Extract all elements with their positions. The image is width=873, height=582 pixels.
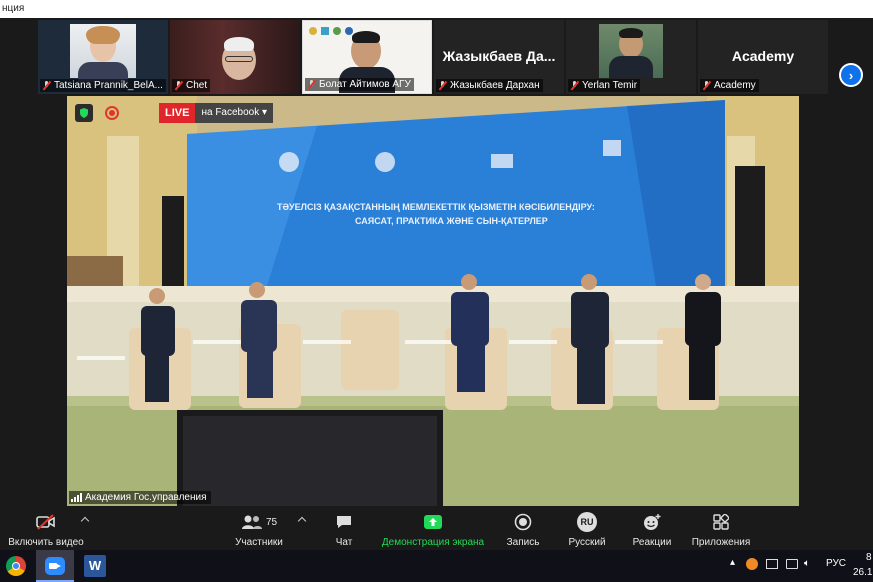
participant-display-name: Academy: [731, 48, 795, 64]
video-off-icon: [6, 512, 86, 532]
start-video-button[interactable]: Включить видео: [6, 512, 86, 548]
live-stream-badge[interactable]: LIVE на Facebook ▾: [159, 103, 274, 123]
participants-options-caret[interactable]: [297, 516, 307, 526]
chat-button[interactable]: Чат: [324, 512, 364, 548]
windows-taskbar: W ▴ 🔈︎ РУС 8 26.1: [0, 550, 873, 582]
participant-name: Yerlan Temir: [568, 79, 641, 92]
mic-muted-icon: [438, 81, 447, 90]
chrome-icon[interactable]: [6, 556, 26, 576]
window-title: нция: [0, 0, 873, 18]
main-video: ТӘУЕЛСІЗ ҚАЗАҚСТАННЫҢ МЕМЛЕКЕТТІК ҚЫЗМЕТ…: [67, 96, 799, 506]
live-platform-label: на Facebook ▾: [195, 103, 274, 123]
screen-title-line2: САЯСАТ, ПРАКТИКА ЖӘНЕ СЫН-ҚАТЕРЛЕР: [355, 216, 548, 226]
word-icon[interactable]: W: [84, 555, 106, 577]
chevron-right-icon: ›: [848, 67, 854, 83]
participant-tile-academy[interactable]: Academy Academy: [698, 20, 828, 94]
participant-name: Academy: [700, 79, 759, 92]
mic-muted-icon: [42, 81, 51, 90]
network-icon[interactable]: [786, 559, 798, 569]
share-screen-button[interactable]: Демонстрация экрана: [378, 512, 488, 548]
record-icon: [500, 512, 546, 532]
signal-strength-icon: [71, 493, 82, 502]
participant-video: [599, 24, 663, 78]
participant-name: Жазыкбаев Дархан: [436, 79, 543, 92]
mic-muted-icon: [174, 81, 183, 90]
live-label: LIVE: [159, 103, 196, 123]
interpretation-language-button[interactable]: RU Русский: [564, 512, 610, 548]
conference-scene: ТӘУЕЛСІЗ ҚАЗАҚСТАННЫҢ МЕМЛЕКЕТТІК ҚЫЗМЕТ…: [67, 96, 799, 506]
record-button[interactable]: Запись: [500, 512, 546, 548]
volume-icon[interactable]: 🔈︎: [804, 558, 810, 569]
apps-button[interactable]: Приложения: [688, 512, 754, 548]
tray-device-icon[interactable]: [766, 559, 778, 569]
participant-tile-tatsiana[interactable]: Tatsiana Prannik_BelA...: [38, 20, 168, 94]
language-globe-icon: RU: [564, 512, 610, 532]
participant-video: [70, 24, 136, 82]
meeting-toolbar: Включить видео 75 Участники Чат Демонстр…: [0, 506, 873, 550]
participant-name: Chet: [172, 79, 211, 92]
screen-title-line1: ТӘУЕЛСІЗ ҚАЗАҚСТАННЫҢ МЕМЛЕКЕТТІК ҚЫЗМЕТ…: [277, 202, 595, 212]
zoom-icon: [45, 557, 65, 575]
mic-muted-icon: [307, 80, 316, 89]
mic-muted-icon: [570, 81, 579, 90]
participants-button[interactable]: 75 Участники: [228, 512, 290, 548]
chat-icon: [324, 512, 364, 532]
tray-expand-icon[interactable]: ▴: [730, 557, 735, 568]
clock-date[interactable]: 26.1: [853, 567, 872, 578]
participant-tile-yerlan[interactable]: Yerlan Temir: [566, 20, 696, 94]
mic-muted-icon: [702, 81, 711, 90]
tray-app-icon[interactable]: [746, 558, 758, 570]
apps-icon: [688, 512, 754, 532]
gallery-strip: Tatsiana Prannik_BelA... Chet Болат Айти…: [0, 18, 873, 96]
participant-tile-bolat[interactable]: Болат Айтимов АГУ: [302, 20, 432, 94]
share-screen-icon: [378, 512, 488, 532]
encryption-shield-icon[interactable]: [75, 104, 93, 122]
participants-count: 75: [265, 516, 278, 528]
zoom-window: нция Tatsiana Prannik_BelA... Chet Болат…: [0, 0, 873, 582]
active-speaker-label: Академия Гос.управления: [69, 491, 211, 504]
recording-indicator-icon: [105, 106, 119, 120]
participant-tile-zhazykbaev[interactable]: Жазыкбаев Да... Жазыкбаев Дархан: [434, 20, 564, 94]
participants-icon: [241, 515, 262, 529]
participant-tile-chet[interactable]: Chet: [170, 20, 300, 94]
zoom-taskbar-button[interactable]: [36, 550, 74, 582]
reactions-button[interactable]: Реакции: [628, 512, 676, 548]
smiley-plus-icon: [628, 512, 676, 532]
clock-time[interactable]: 8: [866, 552, 872, 563]
participant-name: Болат Айтимов АГУ: [305, 78, 414, 91]
participant-name: Tatsiana Prannik_BelA...: [40, 79, 166, 92]
gallery-next-button[interactable]: ›: [839, 63, 863, 87]
participant-display-name: Жазыкбаев Да...: [442, 48, 556, 64]
input-language[interactable]: РУС: [826, 558, 846, 569]
